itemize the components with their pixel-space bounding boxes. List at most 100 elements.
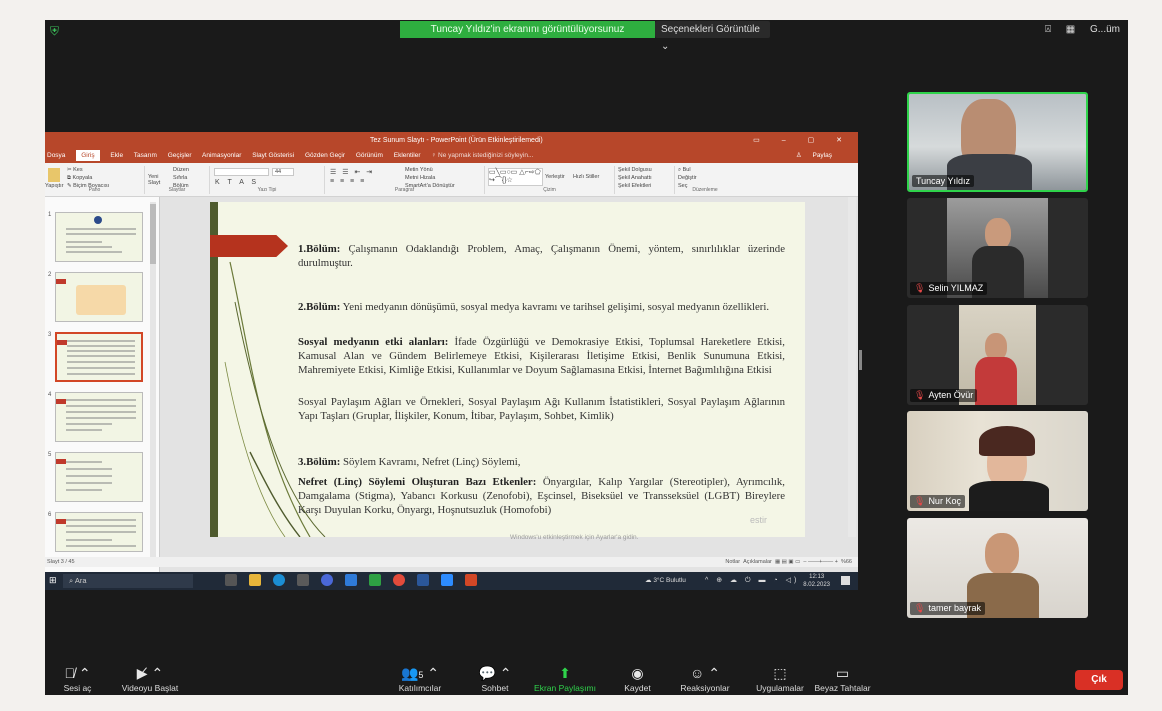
participant-tile[interactable]: 🎙 Ayten Övür [907,305,1088,405]
menu-eklentiler[interactable]: Eklentiler [394,152,421,159]
participant-tile[interactable]: 🎙 tamer bayrak [907,518,1088,618]
participant-name-tag: 🎙 Ayten Övür [910,389,978,402]
window-controls[interactable]: ▭ – ▢ ✕ [753,132,852,149]
video-off-icon: ▶̸ ⌃ [136,665,164,681]
view-options-label: Seçenekleri Görüntüle [661,24,760,35]
notes-button[interactable]: Notlar [725,559,740,565]
word-icon[interactable] [416,574,429,586]
store-icon[interactable] [296,574,309,586]
weather-widget[interactable]: ☁ 3°C Bulutlu [645,576,686,584]
cut-button[interactable]: ✂ Kes [67,167,83,173]
slide-paragraph-6[interactable]: Nefret (Linç) Söylemi Oluşturan Bazı Etk… [298,475,785,517]
share-screen-icon: ⬆ [559,665,571,681]
slide-paragraph-3[interactable]: Sosyal medyanın etki alanları: İfade Özg… [298,335,785,377]
menu-giris[interactable]: Giriş [76,150,100,161]
shape-outline-button[interactable]: Şekil Anahattı [618,175,652,181]
lock-icon[interactable]: ⍓ [1045,24,1051,35]
participant-tile[interactable]: Tuncay Yıldız [907,92,1088,192]
view-options-button[interactable]: Seçenekleri Görüntüle ⌄ [655,21,770,52]
apps-button[interactable]: ⬚ Uygulamalar [750,663,810,693]
app-icon[interactable] [320,574,333,586]
participant-tile[interactable]: 🎙 Selin YILMAZ [907,198,1088,298]
chrome-icon[interactable] [392,574,405,586]
slide-thumbnail-active[interactable] [55,332,143,382]
shape-effects-button[interactable]: Şekil Efektleri [618,183,651,189]
start-video-button[interactable]: ▶̸ ⌃ Videoyu Başlat [115,663,185,693]
participants-button[interactable]: 👥5 ⌃ Katılımcılar [390,663,450,693]
thumb-number: 6 [48,512,52,518]
participant-tile[interactable]: 🎙 Nur Koç [907,411,1088,511]
menu-gecisler[interactable]: Geçişler [168,152,192,159]
replace-button[interactable]: Değiştir [678,175,697,181]
green-app-icon[interactable] [368,574,381,586]
windows-start-icon[interactable]: ⊞ [49,575,59,585]
ribbon-group-cizim: ▭╲▭○▭ △⌐⇨⬠ ↪⌒{}☆ Yerleştir Hızlı Stiller… [485,166,615,194]
quick-styles-button[interactable]: Hızlı Stiller [573,174,599,180]
edge-icon[interactable] [272,574,285,586]
menu-ekle[interactable]: Ekle [110,152,123,159]
gallery-view-button[interactable]: ▦ G...üm [1066,24,1120,35]
menu-slayt-gosterisi[interactable]: Slayt Gösterisi [252,152,294,159]
shape-fill-button[interactable]: Şekil Dolgusu [618,167,652,173]
file-explorer-icon[interactable] [248,574,261,586]
menu-dosya[interactable]: Dosya [47,152,65,159]
slide-thumbnail[interactable] [55,512,143,552]
copy-button[interactable]: ⧉ Kopyala [67,175,92,182]
slide-thumbnail[interactable] [55,452,143,502]
reactions-button[interactable]: ☺ ⌃ Reaksiyonlar [670,663,740,693]
slide-scrollbar[interactable] [848,197,856,537]
unmute-button[interactable]: 🎙̸ ⌃ Sesi aç [55,663,100,693]
notification-icon[interactable] [841,576,850,585]
reset-button[interactable]: Sıfırla [173,175,187,181]
arrange-button[interactable]: Yerleştir [545,174,565,180]
ribbon-group-shape-format: Şekil Dolgusu Şekil Anahattı Şekil Efekt… [615,166,675,194]
slide-paragraph-1[interactable]: 1.Bölüm: Çalışmanın Odaklandığı Problem,… [298,242,785,270]
thumbnails-scrollbar[interactable] [150,202,156,562]
leave-meeting-button[interactable]: Çık [1075,670,1123,690]
shapes-gallery[interactable]: ▭╲▭○▭ △⌐⇨⬠ ↪⌒{}☆ [488,168,543,186]
shield-icon[interactable]: ⛨ [50,24,62,38]
mail-icon[interactable] [344,574,357,586]
text-direction-button[interactable]: Metin Yönü [405,167,433,173]
record-button[interactable]: ◉ Kaydet [615,663,660,693]
system-tray-icons[interactable]: ^ ⊕ ☁ ⏻ ▬ ◔ ◁) [705,576,799,585]
zoom-level[interactable]: %66 [841,559,852,565]
layout-button[interactable]: Düzen [173,167,189,173]
whiteboard-icon: ▭ [835,665,850,681]
font-size-field[interactable]: 44 [272,168,294,176]
zoom-slider[interactable]: – ——+—— + [803,559,838,565]
font-format-buttons[interactable]: K T A S [215,179,259,186]
menu-animasyonlar[interactable]: Animasyonlar [202,152,241,159]
ppt-share-button[interactable]: ♙ Paylaş [796,149,841,163]
tell-me-search[interactable]: ♀ Ne yapmak istediğinizi söyleyin... [431,152,533,159]
share-screen-button[interactable]: ⬆ Ekran Paylaşımı [530,663,600,693]
slide-paragraph-2[interactable]: 2.Bölüm: Yeni medyanın dönüşümü, sosyal … [298,300,785,314]
powerpoint-icon[interactable] [464,574,477,586]
taskbar-clock[interactable]: 12:13 8.02.2023 [803,573,830,589]
find-button[interactable]: ⌕ Bul [678,167,691,174]
menu-gozden-gecir[interactable]: Gözden Geçir [305,152,345,159]
participant-name: tamer bayrak [928,603,981,613]
slide-thumbnail[interactable] [55,392,143,442]
split-resize-handle[interactable] [859,350,862,370]
align-buttons[interactable]: ≡ ≡ ≡ ≡ [330,178,366,185]
paste-icon[interactable] [48,168,60,182]
new-slide-button[interactable]: Yeni Slayt [148,174,168,186]
font-name-field[interactable] [214,168,269,176]
menu-tasarim[interactable]: Tasarım [134,152,157,159]
slide-thumbnail[interactable] [55,212,143,262]
comments-button[interactable]: Açıklamalar [743,559,772,565]
list-buttons[interactable]: ☰ ☰ ⇤ ⇥ [330,168,374,176]
chat-button[interactable]: 💬 ⌃ Sohbet [470,663,520,693]
align-text-button[interactable]: Metni Hizala [405,175,435,181]
task-view-icon[interactable] [225,574,237,586]
slide-thumbnail[interactable] [55,272,143,322]
zoom-app-icon[interactable] [440,574,453,586]
whiteboards-button[interactable]: ▭ Beyaz Tahtalar [810,663,875,693]
view-buttons[interactable]: ▦ ▤ ▣ ▭ [775,559,800,565]
menu-gorunum[interactable]: Görünüm [356,152,383,159]
thumb-number: 1 [48,212,52,218]
slide-paragraph-4[interactable]: Sosyal Paylaşım Ağları ve Örnekleri, Sos… [298,395,785,423]
taskbar-search[interactable]: ⌕ Ara [63,574,193,588]
slide-paragraph-5[interactable]: 3.Bölüm: Söylem Kavramı, Nefret (Linç) S… [298,455,785,469]
